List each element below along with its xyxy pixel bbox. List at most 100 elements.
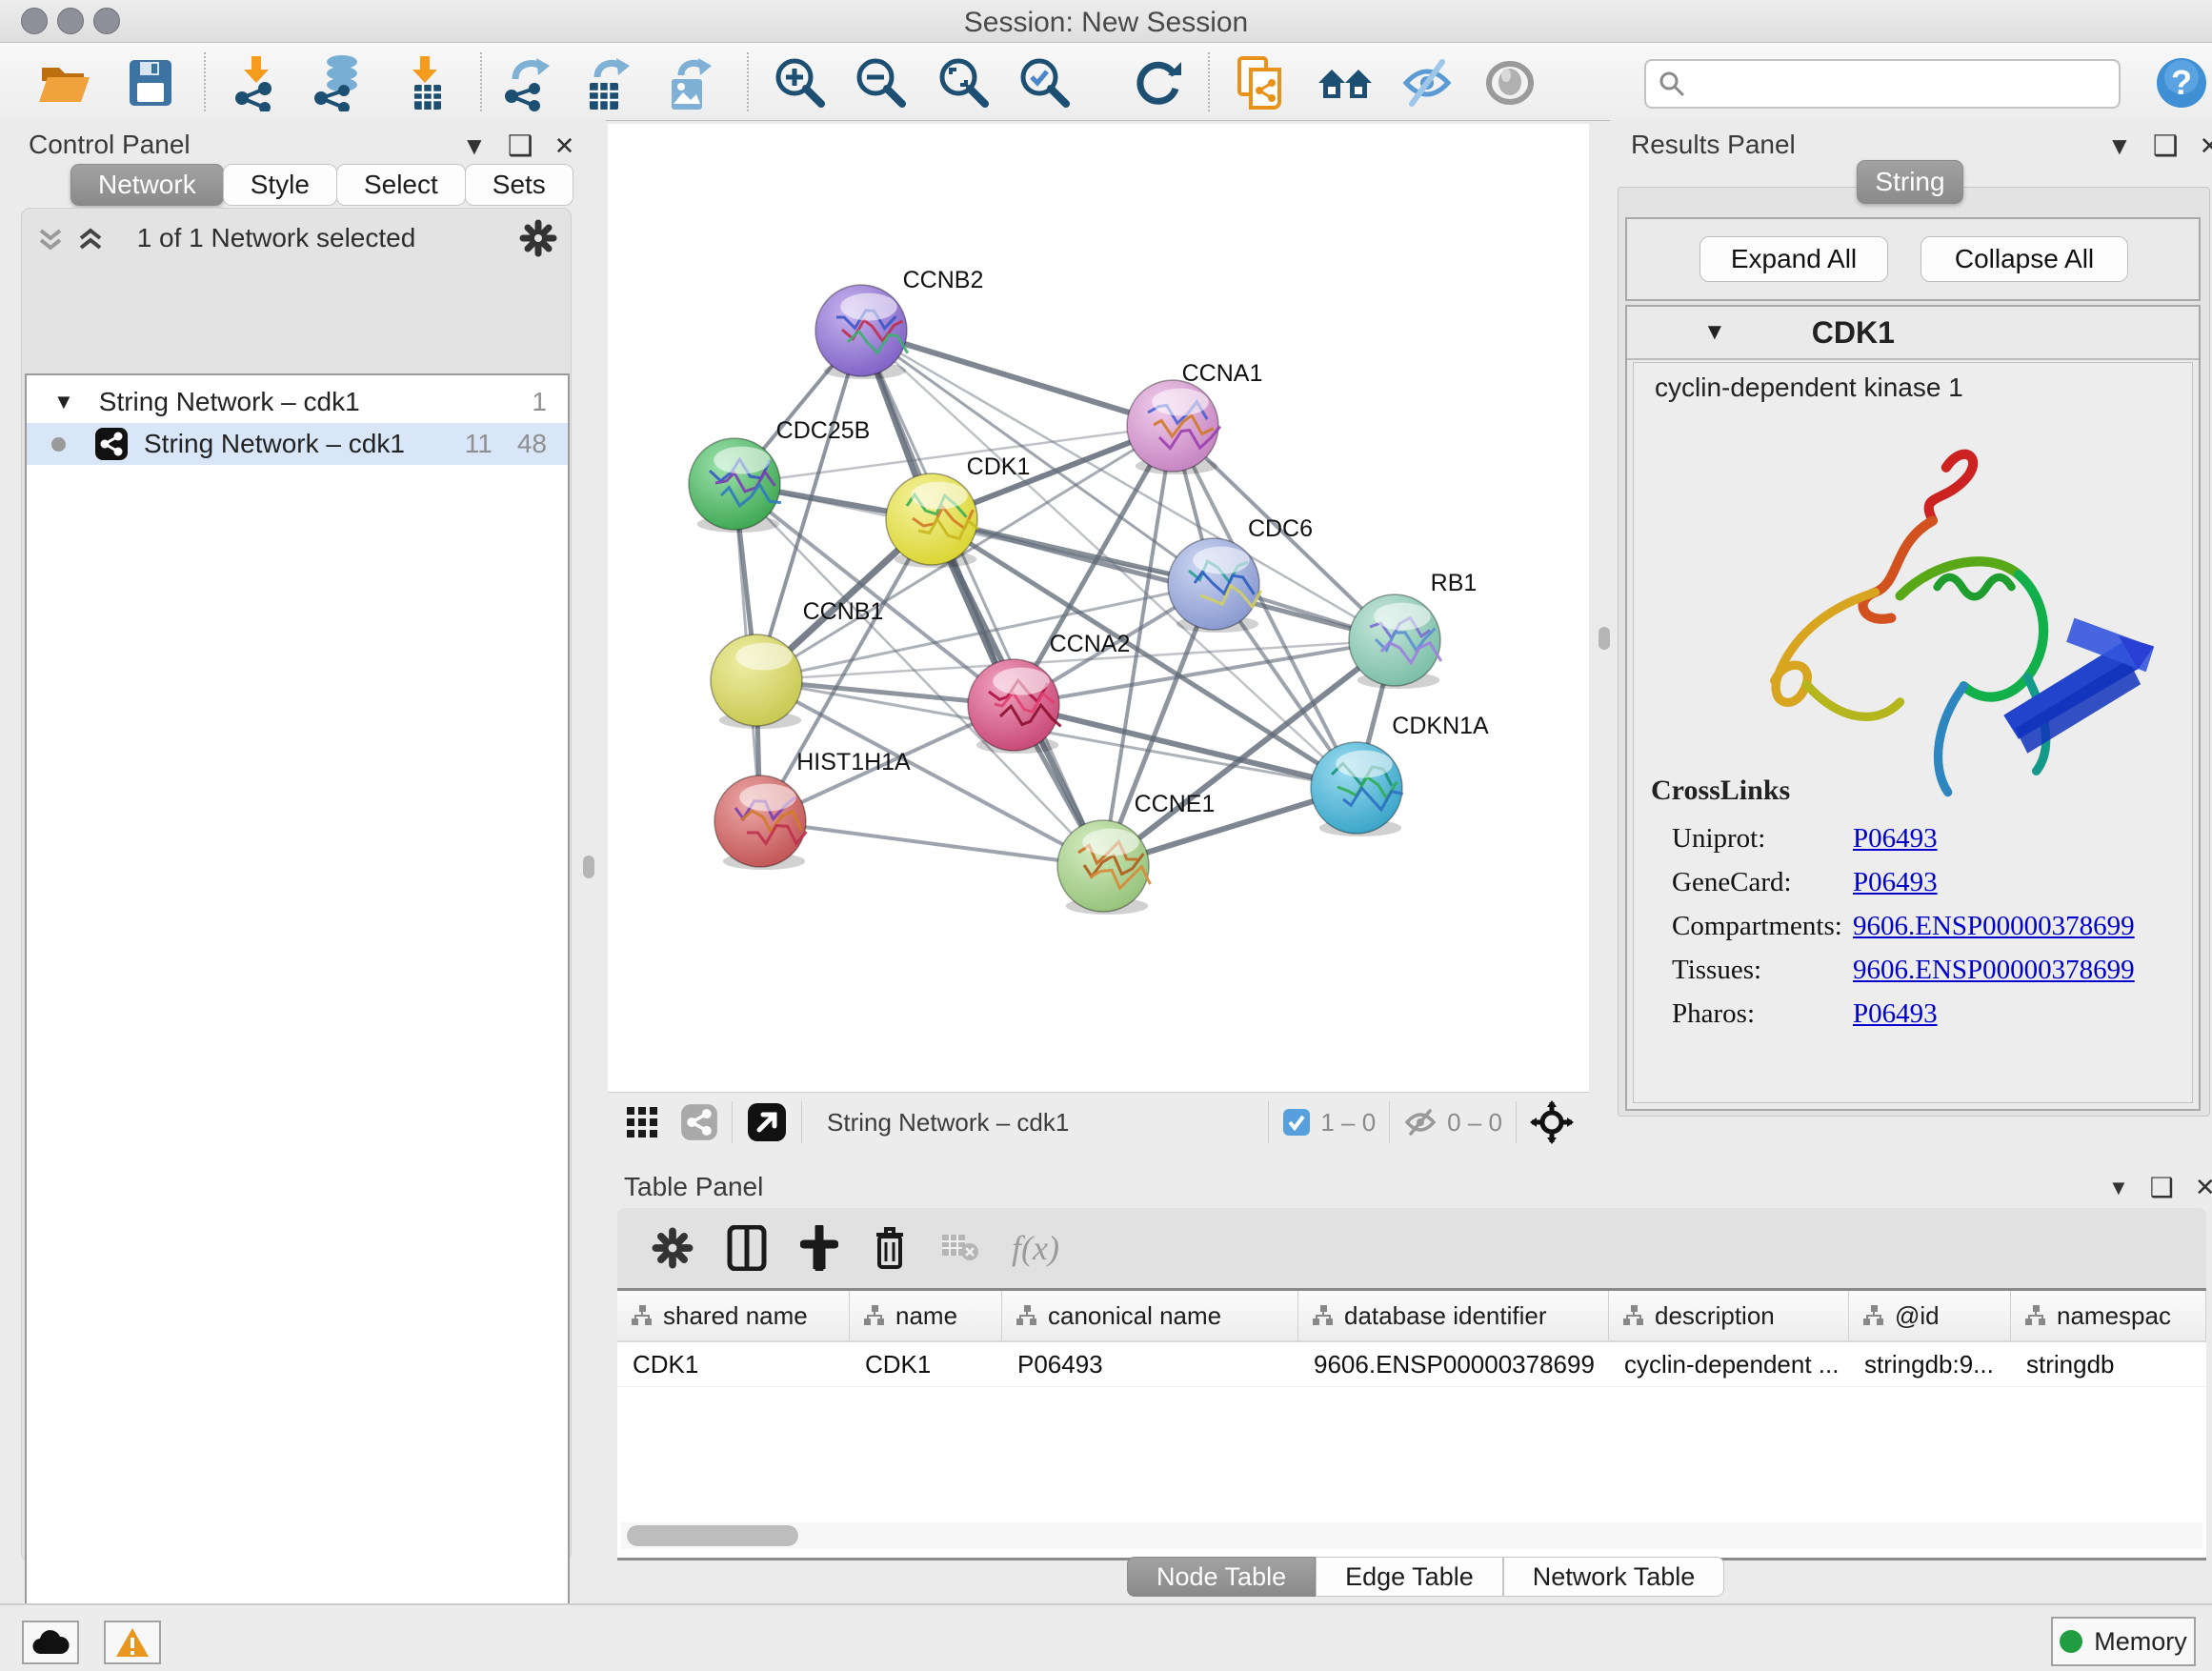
network-row-selected[interactable]: String Network – cdk1 11 48 bbox=[27, 423, 568, 465]
crosslink-link[interactable]: 9606.ENSP00000378699 bbox=[1853, 955, 2135, 986]
table-cell[interactable]: CDK1 bbox=[617, 1342, 850, 1386]
view-grid-icon[interactable] bbox=[625, 1105, 659, 1139]
selected-checkbox-icon[interactable] bbox=[1282, 1108, 1311, 1137]
node-CDK1[interactable]: CDK1 bbox=[886, 453, 1030, 568]
hidden-eye-slash-icon[interactable] bbox=[1403, 1105, 1438, 1139]
gene-header-row[interactable]: ▼ CDK1 bbox=[1627, 307, 2199, 360]
table-cell[interactable]: P06493 bbox=[1002, 1342, 1298, 1386]
zoom-out-icon[interactable] bbox=[853, 54, 910, 111]
expand-all-networks-icon[interactable] bbox=[74, 223, 107, 255]
delete-column-trash-icon[interactable] bbox=[871, 1225, 909, 1271]
network-collection-row[interactable]: ▼ String Network – cdk1 1 bbox=[27, 381, 568, 423]
table-hscrollbar[interactable] bbox=[621, 1522, 2202, 1549]
network-canvas[interactable]: CCNB2CCNA1CDC25BCDK1CDC6RB1CCNB1CCNA2CDK… bbox=[608, 124, 1589, 1092]
panel-float-icon[interactable]: ❑ bbox=[2150, 1172, 2174, 1203]
crosslink-link[interactable]: P06493 bbox=[1853, 998, 1938, 1030]
column-header-canonical-name[interactable]: canonical name bbox=[1002, 1291, 1298, 1340]
panel-collapse-icon[interactable]: ▼ bbox=[2108, 1176, 2129, 1200]
collapse-all-networks-icon[interactable] bbox=[34, 223, 67, 255]
panel-collapse-icon[interactable]: ▼ bbox=[462, 131, 487, 161]
crosslink-link[interactable]: P06493 bbox=[1853, 823, 1938, 855]
node-RB1[interactable]: RB1 bbox=[1349, 570, 1477, 689]
open-session-icon[interactable] bbox=[36, 54, 93, 111]
node-CCNA1[interactable]: CCNA1 bbox=[1127, 360, 1262, 474]
eye-slash-icon[interactable] bbox=[1398, 54, 1456, 111]
expand-all-button[interactable]: Expand All bbox=[1699, 236, 1888, 282]
table-gear-icon[interactable] bbox=[652, 1227, 694, 1269]
import-network-icon[interactable] bbox=[229, 54, 286, 111]
panel-collapse-icon[interactable]: ▼ bbox=[2107, 131, 2132, 161]
delete-table-icon[interactable] bbox=[941, 1233, 979, 1263]
sphere-eye-icon[interactable] bbox=[1481, 54, 1538, 111]
node-CCNE1[interactable]: CCNE1 bbox=[1057, 791, 1215, 915]
right-splitter-handle[interactable] bbox=[1599, 627, 1610, 650]
toolbar-search[interactable] bbox=[1644, 59, 2121, 109]
export-image-icon[interactable] bbox=[660, 54, 717, 111]
tree-expander-icon[interactable]: ▼ bbox=[53, 390, 74, 414]
search-input[interactable] bbox=[1686, 69, 2090, 100]
zoom-selected-icon[interactable] bbox=[1016, 54, 1074, 111]
tab-edge-table[interactable]: Edge Table bbox=[1316, 1557, 1503, 1597]
node-CCNB1[interactable]: CCNB1 bbox=[711, 598, 883, 729]
node-CDKN1A[interactable]: CDKN1A bbox=[1311, 713, 1489, 836]
add-column-icon[interactable] bbox=[800, 1225, 838, 1271]
collapse-all-button[interactable]: Collapse All bbox=[1920, 236, 2128, 282]
left-splitter-handle[interactable] bbox=[583, 856, 594, 878]
column-header-database-identifier[interactable]: database identifier bbox=[1298, 1291, 1609, 1340]
panel-float-icon[interactable]: ❑ bbox=[508, 130, 533, 163]
table-cell[interactable]: cyclin-dependent ... bbox=[1609, 1342, 1849, 1386]
crosslink-link[interactable]: 9606.ENSP00000378699 bbox=[1853, 911, 2135, 942]
panel-close-icon[interactable]: ✕ bbox=[554, 131, 575, 161]
export-network-icon[interactable] bbox=[498, 54, 555, 111]
tab-node-table[interactable]: Node Table bbox=[1127, 1557, 1316, 1597]
panel-float-icon[interactable]: ❑ bbox=[2153, 130, 2179, 163]
table-cell[interactable]: CDK1 bbox=[850, 1342, 1002, 1386]
help-icon[interactable]: ? bbox=[2155, 56, 2212, 113]
import-table-icon[interactable] bbox=[397, 54, 454, 111]
edge-CDK1-RB1[interactable] bbox=[932, 519, 1395, 640]
tab-style[interactable]: Style bbox=[223, 164, 337, 206]
network-options-gear-icon[interactable] bbox=[519, 219, 557, 257]
column-header--id[interactable]: @id bbox=[1849, 1291, 2011, 1340]
tab-network[interactable]: Network bbox=[70, 164, 224, 206]
panel-close-icon[interactable]: ✕ bbox=[2200, 131, 2212, 161]
column-header-namespac[interactable]: namespac bbox=[2011, 1291, 2206, 1340]
table-cell[interactable]: stringdb:9... bbox=[1849, 1342, 2011, 1386]
two-houses-icon[interactable] bbox=[1317, 54, 1374, 111]
column-header-name[interactable]: name bbox=[850, 1291, 1002, 1340]
gene-expander-icon[interactable]: ▼ bbox=[1703, 319, 1726, 346]
edge-HIST1H1A-CCNE1[interactable] bbox=[760, 821, 1103, 866]
cloud-button[interactable] bbox=[22, 1621, 79, 1664]
panel-close-icon[interactable]: ✕ bbox=[2195, 1173, 2212, 1202]
refresh-icon[interactable] bbox=[1130, 54, 1187, 111]
table-cell[interactable]: 9606.ENSP00000378699 bbox=[1298, 1342, 1609, 1386]
memory-button[interactable]: Memory bbox=[2051, 1617, 2196, 1666]
fit-content-crosshair-icon[interactable] bbox=[1530, 1100, 1574, 1144]
open-in-browser-icon[interactable] bbox=[746, 1101, 788, 1143]
clone-network-icon[interactable] bbox=[1234, 54, 1291, 111]
table-cell[interactable]: stringdb bbox=[2011, 1342, 2206, 1386]
tab-sets[interactable]: Sets bbox=[465, 164, 573, 206]
tab-network-table[interactable]: Network Table bbox=[1503, 1557, 1725, 1597]
table-row[interactable]: CDK1CDK1P064939606.ENSP00000378699cyclin… bbox=[617, 1342, 2206, 1387]
node-CDC25B[interactable]: CDC25B bbox=[689, 417, 870, 533]
warning-button[interactable] bbox=[104, 1621, 161, 1664]
show-columns-icon[interactable] bbox=[726, 1225, 768, 1271]
crosslink-link[interactable]: P06493 bbox=[1853, 867, 1938, 898]
save-session-icon[interactable] bbox=[122, 54, 179, 111]
zoom-fit-icon[interactable] bbox=[935, 54, 993, 111]
hscrollbar-thumb[interactable] bbox=[627, 1525, 798, 1546]
network-graph[interactable]: CCNB2CCNA1CDC25BCDK1CDC6RB1CCNB1CCNA2CDK… bbox=[608, 124, 1589, 1092]
node-HIST1H1A[interactable]: HIST1H1A bbox=[714, 749, 911, 870]
zoom-in-icon[interactable] bbox=[772, 54, 829, 111]
attribute-table[interactable]: shared namenamecanonical namedatabase id… bbox=[617, 1288, 2206, 1560]
column-header-description[interactable]: description bbox=[1609, 1291, 1849, 1340]
edge-CCNB2-CCNA1[interactable] bbox=[861, 331, 1173, 426]
edge-CCNB2-CCNE1[interactable] bbox=[861, 331, 1103, 866]
tab-select[interactable]: Select bbox=[336, 164, 466, 206]
tab-string[interactable]: String bbox=[1857, 160, 1963, 204]
import-database-icon[interactable] bbox=[310, 54, 367, 111]
view-string-icon[interactable] bbox=[680, 1103, 718, 1141]
function-builder-icon[interactable]: f(x) bbox=[1012, 1228, 1059, 1268]
column-header-shared-name[interactable]: shared name bbox=[617, 1291, 850, 1340]
